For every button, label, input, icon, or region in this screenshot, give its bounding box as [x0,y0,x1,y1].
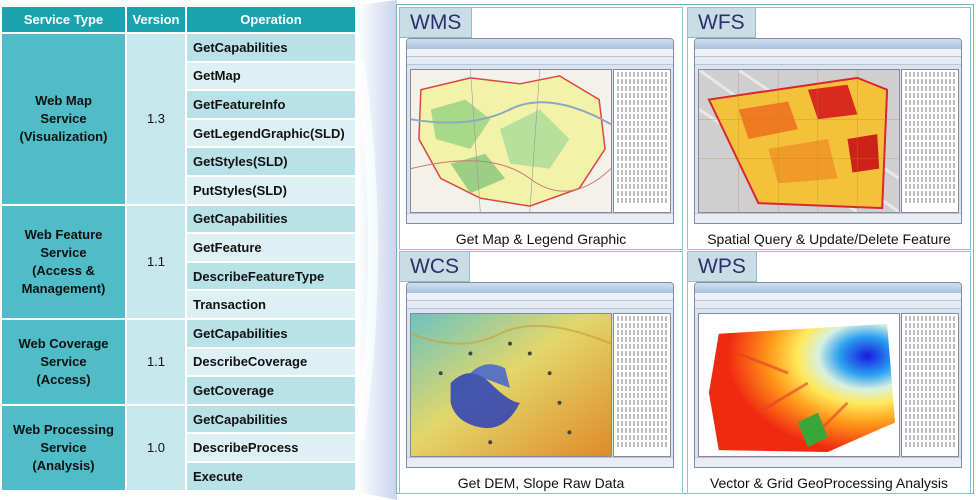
service-type-cell: Web Processing Service (Analysis) [0,403,127,492]
version-cell: 1.1 [125,203,187,320]
service-type-cell: Web Feature Service (Access & Management) [0,203,127,320]
wps-browser-window [694,282,962,468]
wps-legend-panel [901,313,959,457]
service-type-line: Web Processing [13,421,114,437]
service-type-line: Service [40,439,87,455]
operation-cell: GetCapabilities [185,32,357,63]
wfs-panel: WFS Spatial Query & Update/Delete Featur… [687,7,971,250]
service-type-line: (Visualization) [19,128,108,144]
operation-cell: DescribeProcess [185,432,357,463]
wps-map-image [698,313,900,457]
operation-cell: GetStyles(SLD) [185,146,357,177]
service-type-line: Web Feature [24,226,103,242]
wcs-map-image [410,313,612,457]
operation-cell: Execute [185,460,357,492]
operation-cell: GetCapabilities [185,203,357,235]
table-body: Web Map Service (Visualization) 1.3 GetCapab… [0,32,357,492]
operation-cell: GetMap [185,60,357,92]
operation-cell: DescribeCoverage [185,346,357,378]
version-cell: 1.1 [125,317,187,406]
service-operations-table: Service Type Version Operation Web Map Se… [0,5,357,492]
service-type-cell: Web Map Service (Visualization) [0,32,127,206]
wfs-map-image [698,69,900,213]
wms-legend-panel [613,69,671,213]
wps-panel: WPS Vector & Grid GeoProcessing Analysis [687,251,971,494]
operation-cell: Transaction [185,289,357,320]
service-type-line: Management) [21,280,106,296]
operation-cell: GetCoverage [185,375,357,406]
table-header-row: Service Type Version Operation [0,5,357,34]
service-type-line: (Access & [32,262,95,278]
table-row: Web Map Service (Visualization) 1.3 GetCapab… [0,32,357,206]
operation-cell: PutStyles(SLD) [185,174,357,206]
service-type-line: Web Coverage [18,335,109,351]
service-type-line: (Analysis) [32,457,95,473]
table-row: Web Processing Service (Analysis) 1.0 GetCap… [0,403,357,492]
wms-browser-window [406,38,674,224]
wfs-tag: WFS [688,8,756,38]
operation-cell: GetFeature [185,232,357,263]
wps-tag: WPS [688,252,757,282]
version-cell: 1.3 [125,32,187,206]
service-type-line: (Access) [36,371,91,387]
service-type-line: Web Map [35,92,92,108]
service-type-line: Service [40,110,87,126]
wcs-legend-panel [613,313,671,457]
wps-caption: Vector & Grid GeoProcessing Analysis [709,475,949,491]
wcs-panel: WCS Get DEM, Slope Raw Data [399,251,683,494]
header-operation: Operation [185,5,357,34]
table-row: Web Feature Service (Access & Management) 1.… [0,203,357,320]
wcs-tag: WCS [400,252,470,282]
wfs-legend-panel [901,69,959,213]
operation-cell: GetLegendGraphic(SLD) [185,117,357,149]
wms-tag: WMS [400,8,473,38]
operation-cell: GetCapabilities [185,317,357,349]
operation-cell: GetCapabilities [185,403,357,435]
wfs-caption: Spatial Query & Update/Delete Feature [707,231,951,247]
header-service-type: Service Type [0,5,127,34]
service-type-line: Service [40,244,87,260]
service-type-line: Service [40,353,87,369]
header-version: Version [125,5,187,34]
wms-caption: Get Map & Legend Graphic [455,231,627,247]
version-cell: 1.0 [125,403,187,492]
screenshots-frame: WMS Get Map & Legend Graphic WFS Spatial… [396,4,974,494]
wfs-browser-window [694,38,962,224]
service-type-cell: Web Coverage Service (Access) [0,317,127,406]
table-row: Web Coverage Service (Access) 1.1 GetCapabil… [0,317,357,406]
wms-panel: WMS Get Map & Legend Graphic [399,7,683,250]
wcs-browser-window [406,282,674,468]
operation-cell: GetFeatureInfo [185,89,357,120]
operation-cell: DescribeFeatureType [185,260,357,292]
wcs-caption: Get DEM, Slope Raw Data [457,475,625,491]
wms-map-image [410,69,612,213]
